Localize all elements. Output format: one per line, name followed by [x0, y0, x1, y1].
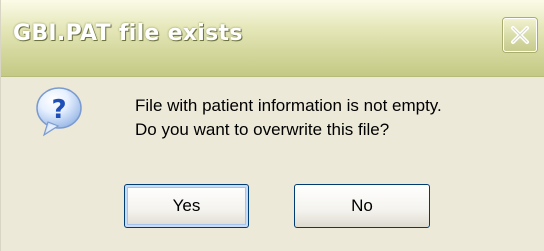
- message-line-1: File with patient information is not emp…: [135, 96, 442, 115]
- svg-text:?: ?: [51, 95, 66, 125]
- message-dialog: GBI.PAT file exists ? File with patient …: [0, 0, 544, 251]
- yes-button[interactable]: Yes: [124, 184, 249, 228]
- question-icon: ?: [36, 87, 82, 137]
- dialog-message: File with patient information is not emp…: [135, 94, 442, 142]
- message-line-2: Do you want to overwrite this file?: [135, 120, 390, 139]
- title-bar[interactable]: GBI.PAT file exists: [1, 0, 544, 77]
- close-icon: [511, 26, 529, 44]
- dialog-title: GBI.PAT file exists: [13, 21, 243, 46]
- no-button[interactable]: No: [294, 184, 430, 228]
- close-button[interactable]: [503, 18, 537, 52]
